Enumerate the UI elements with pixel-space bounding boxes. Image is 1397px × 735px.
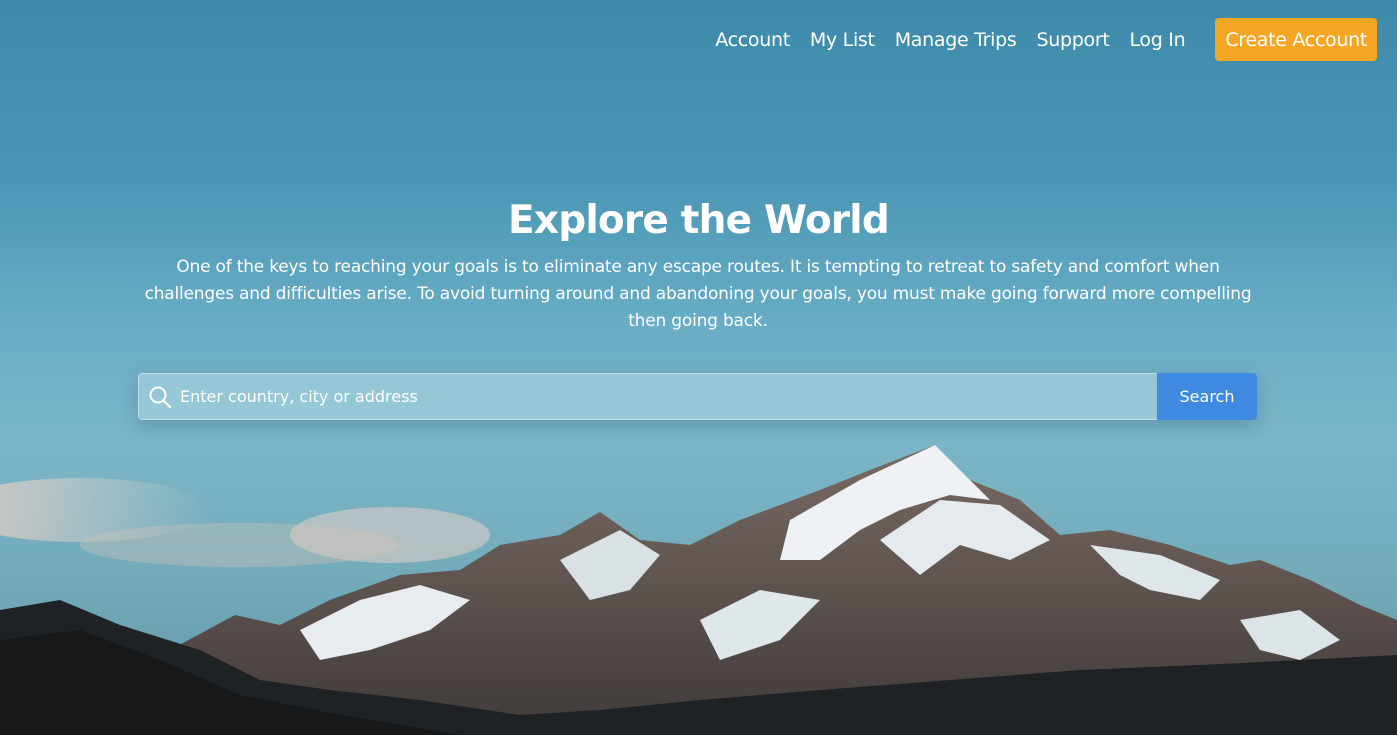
mountain-background-image <box>0 445 1397 735</box>
search-input[interactable] <box>180 374 1157 419</box>
nav-link-support[interactable]: Support <box>1036 29 1109 51</box>
nav-link-log-in[interactable]: Log In <box>1129 29 1185 51</box>
create-account-button[interactable]: Create Account <box>1215 18 1377 61</box>
search-icon <box>149 386 171 408</box>
nav-link-account[interactable]: Account <box>715 29 790 51</box>
hero-subtitle: One of the keys to reaching your goals i… <box>144 257 1252 331</box>
page-title: Explore the World <box>508 198 890 243</box>
search-field <box>138 373 1157 420</box>
nav-link-my-list[interactable]: My List <box>810 29 875 51</box>
top-navigation: Account My List Manage Trips Support Log… <box>715 18 1377 61</box>
hero-section: Account My List Manage Trips Support Log… <box>0 0 1397 735</box>
search-button[interactable]: Search <box>1157 373 1257 420</box>
nav-link-manage-trips[interactable]: Manage Trips <box>895 29 1017 51</box>
search-bar: Search <box>138 373 1257 420</box>
